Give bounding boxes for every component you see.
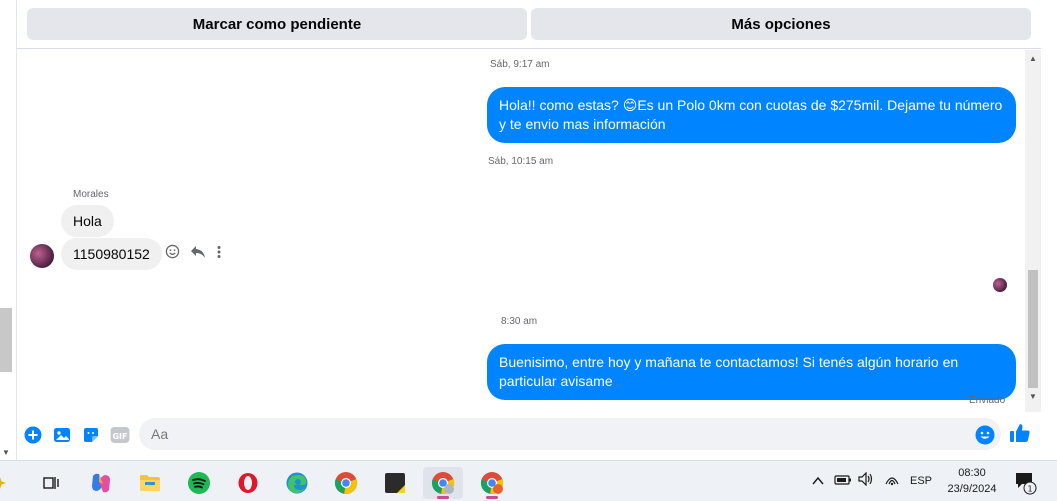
more-vertical-icon[interactable] xyxy=(216,245,222,264)
reply-icon[interactable] xyxy=(190,245,206,264)
file-explorer-icon[interactable] xyxy=(130,467,170,499)
scroll-up-arrow[interactable]: ▲ xyxy=(1029,54,1037,63)
system-tray xyxy=(812,461,900,501)
seen-avatar xyxy=(993,278,1007,292)
page-scrollbar-thumb[interactable] xyxy=(0,308,12,372)
outgoing-message[interactable]: Buenisimo, entre hoy y mañana te contact… xyxy=(487,344,1016,400)
clock-date: 23/9/2024 xyxy=(947,483,997,495)
mark-pending-button[interactable]: Marcar como pendiente xyxy=(27,8,527,40)
chrome-profile-2-icon[interactable] xyxy=(472,467,512,499)
contact-avatar[interactable] xyxy=(30,244,54,268)
incoming-message[interactable]: Hola xyxy=(61,205,114,237)
wifi-icon[interactable] xyxy=(884,472,900,491)
chevron-up-icon[interactable] xyxy=(812,473,824,491)
svg-text:1: 1 xyxy=(1027,485,1032,494)
message-input[interactable] xyxy=(139,418,1001,450)
more-options-button[interactable]: Más opciones xyxy=(531,8,1031,40)
react-icon[interactable] xyxy=(165,244,180,264)
message-tools xyxy=(165,244,222,264)
battery-icon[interactable] xyxy=(834,473,852,491)
spotify-icon[interactable] xyxy=(179,467,219,499)
message-input-wrapper xyxy=(139,418,1001,450)
incoming-message[interactable]: 1150980152 xyxy=(61,238,162,270)
image-icon[interactable] xyxy=(52,425,72,445)
language-indicator[interactable]: ESP xyxy=(910,475,932,487)
widgets-icon[interactable] xyxy=(0,467,12,499)
conversation-actions: Marcar como pendiente Más opciones xyxy=(27,8,1031,40)
header-divider xyxy=(17,48,1041,49)
chat-scrollbar[interactable]: ▲ ▼ xyxy=(1025,50,1041,412)
page-left-gutter xyxy=(0,0,16,460)
timestamp: 8:30 am xyxy=(501,316,538,327)
timestamp: Sáb, 10:15 am xyxy=(488,156,554,167)
scroll-down-arrow[interactable]: ▼ xyxy=(1029,392,1037,401)
edge-icon[interactable] xyxy=(277,467,317,499)
timestamp: Sáb, 9:17 am xyxy=(490,59,550,70)
notification-center-icon[interactable]: 1 xyxy=(1014,471,1038,500)
chrome-profile-icon[interactable] xyxy=(423,467,463,499)
task-view-icon[interactable] xyxy=(31,467,71,499)
message-composer: GIF xyxy=(17,412,1042,458)
sender-name: Morales xyxy=(73,189,109,200)
copilot-icon[interactable] xyxy=(81,467,121,499)
windows-taskbar: ESP 08:30 23/9/2024 1 xyxy=(0,460,1057,501)
volume-icon[interactable] xyxy=(858,471,874,491)
chat-panel: Marcar como pendiente Más opciones Sáb, … xyxy=(16,0,1041,460)
like-icon[interactable] xyxy=(1009,422,1031,449)
sticker-icon[interactable] xyxy=(81,425,101,445)
gif-icon[interactable]: GIF xyxy=(110,425,130,445)
sent-status: Enviado xyxy=(969,395,1006,406)
emoji-icon[interactable] xyxy=(975,425,995,450)
clock[interactable]: 08:30 23/9/2024 xyxy=(940,465,1004,497)
sticky-notes-icon[interactable] xyxy=(375,467,415,499)
chat-scrollbar-thumb[interactable] xyxy=(1028,270,1038,388)
chrome-icon[interactable] xyxy=(326,467,366,499)
cut-off-text xyxy=(65,0,245,2)
clock-time: 08:30 xyxy=(958,467,986,479)
add-icon[interactable] xyxy=(23,425,43,445)
page-scroll-down-arrow[interactable]: ▼ xyxy=(2,448,10,457)
svg-text:GIF: GIF xyxy=(112,432,127,441)
message-list: Sáb, 9:17 am Hola!! como estas? 😊Es un P… xyxy=(17,50,1025,412)
active-indicator xyxy=(437,496,449,499)
outgoing-message[interactable]: Hola!! como estas? 😊Es un Polo 0km con c… xyxy=(487,87,1016,143)
running-indicator xyxy=(486,496,498,499)
opera-icon[interactable] xyxy=(228,467,268,499)
